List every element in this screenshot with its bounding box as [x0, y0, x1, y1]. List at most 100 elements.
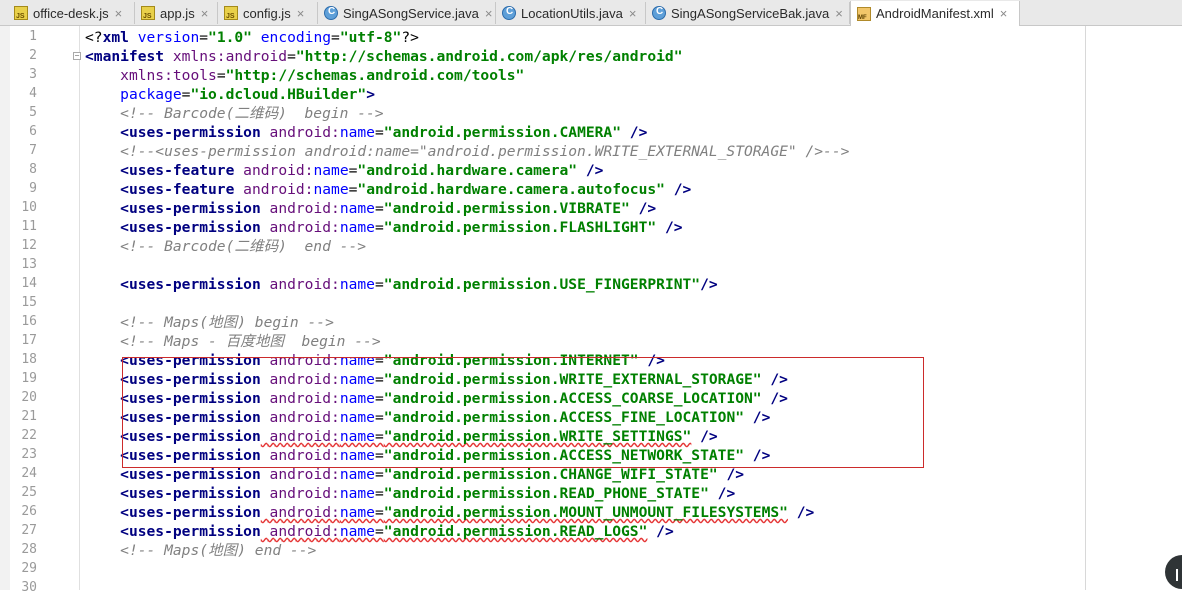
- code-token: />: [761, 371, 788, 388]
- code-line: <uses-permission android:name="android.p…: [85, 275, 718, 294]
- line-number: 29: [21, 561, 37, 576]
- tab-singasongservicebak-java[interactable]: SingASongServiceBak.java ×: [646, 2, 850, 24]
- code-token: <uses-permission: [120, 200, 261, 217]
- code-line: <manifest xmlns:android="http://schemas.…: [85, 47, 682, 66]
- code-token: android:: [260, 371, 340, 388]
- floating-pause-button[interactable]: [1165, 555, 1182, 589]
- code-token: android:: [260, 447, 340, 464]
- code-token: <!-- Maps(地图) begin -->: [120, 314, 334, 331]
- line-number-gutter: 1 2 3 4 5 6 7 8 9 10 11 12 13 14 15 16 17 18 19 20 21 22 23 24 2…: [10, 26, 81, 595]
- line-number: 28: [21, 542, 37, 557]
- line-number: 21: [21, 409, 37, 424]
- code-token: "android.permission.USE_FINGERPRINT": [383, 276, 701, 293]
- code-line: <uses-permission android:name="android.p…: [85, 522, 674, 541]
- code-token: xmlns:android: [164, 48, 288, 65]
- code-token: />: [629, 200, 657, 217]
- code-token: <!--<uses-permission android:name="andro…: [120, 143, 850, 160]
- line-number: 14: [21, 276, 37, 291]
- code-token: <uses-feature: [120, 162, 235, 179]
- code-token: android:: [260, 428, 340, 445]
- code-token: android:: [260, 200, 340, 217]
- code-token: "android.permission.FLASHLIGHT": [383, 219, 657, 236]
- tab-office-desk-js[interactable]: office-desk.js ×: [8, 2, 135, 24]
- code-line: <uses-permission android:name="android.p…: [85, 199, 656, 218]
- code-token: <!-- Maps(地图) end -->: [120, 542, 317, 559]
- code-token: />: [761, 390, 788, 407]
- java-class-icon: [324, 6, 338, 20]
- code-token: =: [374, 200, 384, 217]
- code-token: <uses-permission: [120, 428, 261, 445]
- code-token: ?>: [401, 29, 419, 46]
- close-tab-icon[interactable]: ×: [115, 6, 123, 21]
- code-line: <!--<uses-permission android:name="andro…: [85, 142, 849, 161]
- code-token: name: [339, 447, 375, 464]
- code-editor[interactable]: <?xml version="1.0" encoding="utf-8"?> <m…: [85, 26, 1085, 590]
- tab-locationutils-java[interactable]: LocationUtils.java ×: [496, 2, 646, 24]
- close-tab-icon[interactable]: ×: [201, 6, 209, 21]
- code-token: =: [374, 124, 384, 141]
- tab-label: app.js: [160, 5, 195, 21]
- code-token: />: [744, 409, 771, 426]
- line-number: 4: [29, 86, 37, 101]
- code-line: <uses-feature android:name="android.hard…: [85, 180, 691, 199]
- code-line: <uses-permission android:name="android.p…: [85, 123, 647, 142]
- line-number: 18: [21, 352, 37, 367]
- code-token: =: [216, 67, 226, 84]
- tab-androidmanifest-xml[interactable]: AndroidManifest.xml ×: [850, 1, 1020, 26]
- code-token: <uses-permission: [120, 124, 261, 141]
- close-tab-icon[interactable]: ×: [297, 6, 305, 21]
- code-token: xml: [102, 29, 129, 46]
- code-token: "android.permission.WRITE_EXTERNAL_STORA…: [383, 371, 762, 388]
- code-token: android:: [260, 390, 340, 407]
- code-line: <uses-permission android:name="android.p…: [85, 351, 665, 370]
- line-number: 27: [21, 523, 37, 538]
- tab-app-js[interactable]: app.js ×: [135, 2, 218, 24]
- code-line: <uses-permission android:name="android.p…: [85, 465, 744, 484]
- code-token: />: [787, 504, 815, 521]
- left-tool-strip: [0, 26, 10, 590]
- line-number: 13: [21, 257, 37, 272]
- code-token: <manifest: [85, 48, 165, 65]
- code-token: "android.hardware.camera": [357, 162, 578, 179]
- code-token: />: [700, 276, 718, 293]
- close-tab-icon[interactable]: ×: [835, 6, 843, 21]
- code-token: =: [199, 29, 209, 46]
- tab-singasongservice-java[interactable]: SingASongService.java ×: [318, 2, 496, 24]
- code-token: "android.permission.MOUNT_UNMOUNT_FILESY…: [383, 504, 788, 521]
- close-tab-icon[interactable]: ×: [1000, 6, 1008, 21]
- code-line: <uses-permission android:name="android.p…: [85, 389, 788, 408]
- code-line: <!-- Maps(地图) end -->: [85, 541, 316, 560]
- close-tab-icon[interactable]: ×: [629, 6, 637, 21]
- code-token: android:: [260, 485, 340, 502]
- code-token: >: [366, 86, 375, 103]
- line-number: 2: [29, 48, 37, 63]
- code-token: "android.permission.INTERNET": [383, 352, 639, 369]
- right-margin-guide: [1085, 26, 1086, 590]
- js-file-icon: [141, 6, 155, 20]
- code-line: <uses-permission android:name="android.p…: [85, 218, 683, 237]
- code-token: android:: [234, 162, 314, 179]
- line-number: 15: [21, 295, 37, 310]
- close-tab-icon[interactable]: ×: [485, 6, 493, 21]
- fold-toggle-icon[interactable]: −: [73, 52, 81, 60]
- tab-config-js[interactable]: config.js ×: [218, 2, 318, 24]
- code-token: />: [656, 219, 683, 236]
- code-token: <uses-permission: [120, 485, 261, 502]
- code-token: <uses-permission: [120, 219, 261, 236]
- code-line: <uses-permission android:name="android.p…: [85, 370, 788, 389]
- code-token: "utf-8": [339, 29, 402, 46]
- code-token: <uses-feature: [120, 181, 235, 198]
- code-token: <uses-permission: [120, 409, 261, 426]
- code-token: />: [577, 162, 604, 179]
- code-token: <!-- Maps - 百度地图 begin -->: [120, 333, 381, 350]
- tab-label: LocationUtils.java: [521, 5, 623, 21]
- code-token: =: [374, 504, 384, 521]
